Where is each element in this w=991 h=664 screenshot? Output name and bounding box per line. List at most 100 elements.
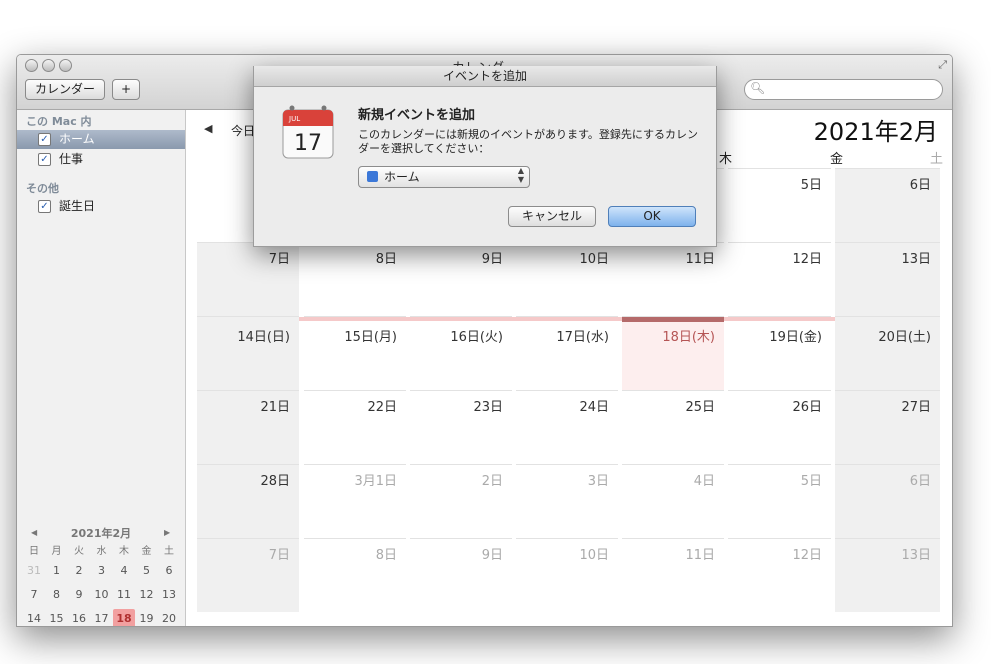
sidebar: この Mac 内 ✓ ホーム ✓ 仕事 その他 ✓ 誕生日 ◀ 2021年2月 …: [17, 110, 186, 626]
mini-day[interactable]: 12: [136, 585, 158, 605]
mini-day[interactable]: 17: [91, 609, 113, 626]
svg-text:17: 17: [294, 131, 322, 156]
day-cell[interactable]: 13日: [835, 242, 940, 316]
mini-day[interactable]: 1: [46, 561, 68, 581]
calendar-select-value: ホーム: [384, 170, 420, 184]
day-cell[interactable]: 5日: [728, 168, 831, 242]
day-cell[interactable]: 13日: [835, 538, 940, 612]
mini-weekday: 金: [141, 546, 152, 557]
dow-friday: 金: [829, 152, 843, 167]
mini-calendar-title: 2021年2月: [70, 527, 132, 540]
mini-day[interactable]: 11: [113, 585, 135, 605]
day-cell[interactable]: 4日: [622, 464, 724, 538]
mini-day[interactable]: 6: [158, 561, 180, 581]
day-cell[interactable]: 8日: [304, 242, 406, 316]
sidebar-section-other: その他: [26, 182, 59, 195]
day-cell[interactable]: 9日: [410, 538, 512, 612]
day-cell[interactable]: 20日(土): [835, 316, 940, 390]
mini-day[interactable]: 13: [158, 585, 180, 605]
day-cell[interactable]: 10日: [516, 242, 618, 316]
day-cell[interactable]: 17日(水): [516, 316, 618, 390]
day-cell[interactable]: 19日(金): [728, 316, 831, 390]
day-cell[interactable]: 3日: [516, 464, 618, 538]
mini-day[interactable]: 2: [68, 561, 90, 581]
day-cell[interactable]: 3月1日: [304, 464, 406, 538]
mini-weekday: 木: [119, 546, 129, 557]
mini-day[interactable]: 31: [23, 561, 45, 581]
day-cell[interactable]: 8日: [304, 538, 406, 612]
mini-day[interactable]: 16: [68, 609, 90, 626]
calendars-button[interactable]: カレンダー: [25, 79, 105, 100]
mini-weekday: 日: [29, 546, 39, 557]
mini-day[interactable]: 14: [23, 609, 45, 626]
dialog-title: イベントを追加: [254, 66, 716, 87]
sidebar-section-mac: この Mac 内: [26, 115, 92, 128]
day-cell[interactable]: 26日: [728, 390, 831, 464]
sidebar-item-label: ホーム: [59, 132, 95, 146]
checkbox-home[interactable]: ✓: [38, 133, 51, 146]
day-cell[interactable]: 15日(月): [304, 316, 406, 390]
mini-day[interactable]: 19: [136, 609, 158, 626]
day-cell[interactable]: 22日: [304, 390, 406, 464]
mini-day-today[interactable]: 18: [113, 609, 135, 626]
mini-next-arrow[interactable]: ▶: [164, 528, 170, 537]
dow-saturday: 土: [929, 152, 943, 167]
sidebar-item-label: 誕生日: [59, 199, 96, 213]
day-cell[interactable]: 7日: [197, 242, 299, 316]
mini-day[interactable]: 10: [91, 585, 113, 605]
add-event-button[interactable]: +: [112, 79, 140, 100]
day-cell[interactable]: 10日: [516, 538, 618, 612]
sidebar-item-home[interactable]: ✓ ホーム: [17, 130, 185, 149]
day-cell[interactable]: 2日: [410, 464, 512, 538]
dialog-message: このカレンダーには新規のイベントがあります。登録先にするカレンダーを選択してくだ…: [358, 128, 699, 155]
mini-weekday: 火: [74, 546, 84, 557]
mini-day[interactable]: 8: [46, 585, 68, 605]
select-arrows-icon: ▲ ▼: [517, 166, 524, 184]
day-cell[interactable]: 6日: [835, 168, 940, 242]
today-indicator: [622, 317, 724, 322]
day-cell[interactable]: 23日: [410, 390, 512, 464]
checkbox-birthdays[interactable]: ✓: [38, 200, 51, 213]
mini-day[interactable]: 15: [46, 609, 68, 626]
day-cell[interactable]: 12日: [728, 538, 831, 612]
month-title: 2021年2月: [813, 118, 938, 146]
search-input[interactable]: 🔍︎: [744, 79, 943, 100]
mini-day[interactable]: 20: [158, 609, 180, 626]
day-cell[interactable]: 11日: [622, 242, 724, 316]
search-icon: 🔍︎: [750, 81, 766, 95]
ok-button[interactable]: OK: [608, 206, 696, 227]
fullscreen-icon[interactable]: ⤢: [938, 58, 947, 72]
mini-day[interactable]: 4: [113, 561, 135, 581]
mini-day[interactable]: 5: [136, 561, 158, 581]
day-cell[interactable]: 7日: [197, 538, 299, 612]
sidebar-item-work[interactable]: ✓ 仕事: [17, 150, 185, 169]
day-cell[interactable]: 9日: [410, 242, 512, 316]
prev-month-arrow[interactable]: ◀: [204, 122, 212, 135]
svg-text:JUL: JUL: [288, 115, 300, 123]
day-cell-today[interactable]: 18日(木): [622, 316, 724, 390]
mini-day[interactable]: 7: [23, 585, 45, 605]
dialog-heading: 新規イベントを追加: [358, 108, 476, 123]
today-button[interactable]: 今日: [231, 122, 255, 139]
day-cell[interactable]: 11日: [622, 538, 724, 612]
cancel-button[interactable]: キャンセル: [508, 206, 596, 227]
day-cell[interactable]: 28日: [197, 464, 299, 538]
mini-day[interactable]: 9: [68, 585, 90, 605]
day-cell[interactable]: 24日: [516, 390, 618, 464]
mini-weekday: 水: [96, 546, 107, 557]
day-cell[interactable]: 5日: [728, 464, 831, 538]
day-cell[interactable]: 27日: [835, 390, 940, 464]
day-cell[interactable]: 12日: [728, 242, 831, 316]
sidebar-item-birthdays[interactable]: ✓ 誕生日: [17, 197, 185, 216]
add-event-dialog: イベントを追加 JUL 17 新規イベントを追加 このカレンダーには新規のイベン…: [253, 66, 717, 247]
calendar-select[interactable]: ホーム ▲ ▼: [358, 166, 530, 188]
calendar-color-swatch: [367, 171, 378, 182]
day-cell[interactable]: 14日(日): [197, 316, 299, 390]
day-cell[interactable]: 25日: [622, 390, 724, 464]
mini-day[interactable]: 3: [91, 561, 113, 581]
checkbox-work[interactable]: ✓: [38, 153, 51, 166]
mini-weekday: 土: [164, 546, 174, 557]
day-cell[interactable]: 6日: [835, 464, 940, 538]
day-cell[interactable]: 16日(火): [410, 316, 512, 390]
day-cell[interactable]: 21日: [197, 390, 299, 464]
